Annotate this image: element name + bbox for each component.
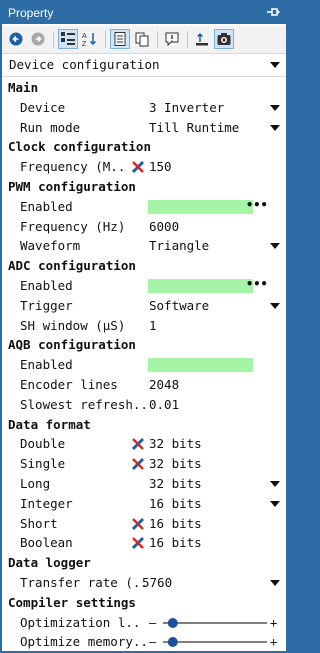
disconnected-icon bbox=[131, 517, 145, 530]
title-bar: Property bbox=[2, 2, 286, 24]
property-row-single[interactable]: Single 32 bits bbox=[2, 454, 286, 474]
chevron-down-icon[interactable] bbox=[270, 243, 280, 250]
forward-button[interactable] bbox=[28, 29, 48, 49]
toolbar: AZ bbox=[2, 26, 286, 54]
chevron-down-icon[interactable] bbox=[270, 480, 280, 487]
back-icon bbox=[9, 32, 23, 46]
property-row-optimization-level[interactable]: Optimization l.. – + bbox=[2, 613, 286, 633]
property-row-trigger[interactable]: Trigger Software bbox=[2, 296, 286, 316]
property-row-encoder-lines[interactable]: Encoder lines 2048 bbox=[2, 375, 286, 395]
property-row-run-mode[interactable]: Run mode Till Runtime bbox=[2, 118, 286, 138]
property-row-aqb-enabled[interactable]: Enabled bbox=[2, 355, 286, 375]
disconnected-icon bbox=[131, 438, 145, 451]
property-panel: Property AZ Device configuration Main De… bbox=[0, 0, 288, 653]
category-data-logger[interactable]: Data logger bbox=[2, 553, 286, 573]
chevron-down-icon[interactable] bbox=[270, 500, 280, 507]
camera-button[interactable] bbox=[214, 29, 234, 49]
disconnected-icon bbox=[131, 161, 145, 174]
category-pwm[interactable]: PWM configuration bbox=[2, 177, 286, 197]
ellipsis-button[interactable]: ••• bbox=[246, 198, 268, 212]
back-button[interactable] bbox=[6, 29, 26, 49]
alphabetical-sort-button[interactable]: AZ bbox=[80, 29, 100, 49]
property-row-integer[interactable]: Integer 16 bits bbox=[2, 494, 286, 514]
disconnected-icon bbox=[131, 458, 145, 471]
upload-icon bbox=[196, 32, 208, 46]
pin-icon[interactable] bbox=[266, 5, 280, 19]
property-row-waveform[interactable]: Waveform Triangle bbox=[2, 236, 286, 256]
svg-text:A: A bbox=[82, 33, 87, 40]
selector-value: Device configuration bbox=[9, 57, 160, 72]
category-aqb[interactable]: AQB configuration bbox=[2, 335, 286, 355]
property-row-clock-frequency[interactable]: Frequency (M.. 150 bbox=[2, 157, 286, 177]
category-data-format[interactable]: Data format bbox=[2, 415, 286, 435]
slider-thumb bbox=[167, 617, 178, 628]
category-main[interactable]: Main bbox=[2, 78, 286, 98]
property-pages-button[interactable] bbox=[110, 29, 130, 49]
svg-text:Z: Z bbox=[82, 41, 87, 47]
slider-minus: – bbox=[149, 635, 157, 649]
property-row-transfer-rate[interactable]: Transfer rate (.. 5760 bbox=[2, 573, 286, 593]
chevron-down-icon[interactable] bbox=[270, 124, 280, 131]
category-adc[interactable]: ADC configuration bbox=[2, 256, 286, 276]
property-row-long[interactable]: Long 32 bits bbox=[2, 474, 286, 494]
category-compiler[interactable]: Compiler settings bbox=[2, 593, 286, 613]
window-title: Property bbox=[8, 6, 54, 20]
enabled-swatch[interactable] bbox=[148, 199, 253, 214]
ellipsis-button[interactable]: ••• bbox=[246, 277, 268, 291]
property-row-device[interactable]: Device 3 Inverter bbox=[2, 98, 286, 118]
object-selector[interactable]: Device configuration bbox=[2, 54, 286, 77]
optimization-level-slider[interactable]: – + bbox=[149, 615, 281, 631]
property-row-slowest-refresh[interactable]: Slowest refresh.. 0.01 bbox=[2, 395, 286, 415]
property-row-adc-enabled[interactable]: Enabled ••• bbox=[2, 276, 286, 296]
chevron-down-icon[interactable] bbox=[270, 62, 280, 68]
property-row-short[interactable]: Short 16 bits bbox=[2, 514, 286, 534]
slider-plus: + bbox=[270, 616, 277, 630]
slider-thumb bbox=[167, 637, 178, 648]
property-row-optimize-memory[interactable]: Optimize memory.. – + bbox=[2, 632, 286, 652]
category-clock[interactable]: Clock configuration bbox=[2, 137, 286, 157]
alphabetical-sort-icon: AZ bbox=[82, 33, 97, 47]
chevron-down-icon[interactable] bbox=[270, 104, 280, 111]
copy-icon bbox=[135, 32, 149, 47]
categorized-button[interactable] bbox=[58, 29, 78, 49]
property-row-pwm-frequency[interactable]: Frequency (Hz) 6000 bbox=[2, 217, 286, 237]
slider-minus: – bbox=[149, 616, 157, 630]
property-grid: Main Device 3 Inverter Run mode Till Run… bbox=[2, 78, 286, 652]
property-row-sh-window[interactable]: SH window (µS) 1 bbox=[2, 316, 286, 336]
help-button[interactable] bbox=[162, 29, 182, 49]
optimize-memory-slider[interactable]: – + bbox=[149, 634, 281, 650]
chevron-down-icon[interactable] bbox=[270, 302, 280, 309]
property-pages-icon bbox=[114, 32, 126, 46]
enabled-swatch[interactable] bbox=[148, 278, 253, 293]
categorized-icon bbox=[61, 32, 75, 45]
property-row-boolean[interactable]: Boolean 16 bits bbox=[2, 533, 286, 553]
enabled-swatch[interactable] bbox=[148, 358, 253, 373]
forward-icon bbox=[31, 32, 45, 46]
property-row-double[interactable]: Double 32 bits bbox=[2, 434, 286, 454]
chevron-down-icon[interactable] bbox=[270, 579, 280, 586]
slider-plus: + bbox=[270, 635, 277, 649]
help-icon bbox=[165, 32, 179, 47]
upload-button[interactable] bbox=[192, 29, 212, 49]
copy-button[interactable] bbox=[132, 29, 152, 49]
property-row-pwm-enabled[interactable]: Enabled ••• bbox=[2, 197, 286, 217]
disconnected-icon bbox=[131, 537, 145, 550]
camera-icon bbox=[217, 33, 231, 45]
